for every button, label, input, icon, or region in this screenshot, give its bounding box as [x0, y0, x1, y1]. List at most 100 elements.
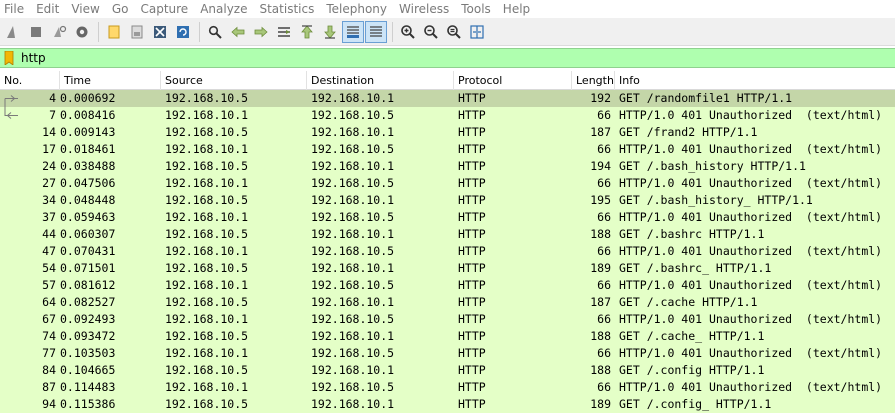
packet-source: 192.168.10.5	[165, 125, 249, 139]
menu-edit[interactable]: Edit	[30, 0, 65, 18]
related-packet-indicator	[0, 311, 22, 328]
packet-time: 0.103503	[60, 346, 116, 360]
colorize-button[interactable]	[365, 20, 387, 43]
menu-telephony[interactable]: Telephony	[320, 0, 393, 18]
zoom-out-icon	[423, 24, 439, 40]
packet-row[interactable]: 24 0.038488 192.168.10.5 192.168.10.1 HTTP 19…	[0, 158, 895, 175]
zoom-normal-button[interactable]	[443, 21, 465, 43]
reload-file-button[interactable]	[172, 21, 194, 43]
packet-row[interactable]: 34 0.048448 192.168.10.5 192.168.10.1 HTTP 19…	[0, 192, 895, 209]
packet-length: 66	[597, 108, 611, 122]
packet-source: 192.168.10.5	[165, 397, 249, 411]
save-file-button[interactable]	[126, 21, 148, 43]
packet-number: 94	[42, 397, 56, 411]
related-packet-indicator	[0, 226, 22, 243]
close-file-button[interactable]	[149, 21, 171, 43]
column-header-no[interactable]: No.	[0, 71, 60, 90]
auto-scroll-button[interactable]	[342, 20, 364, 43]
display-filter-input[interactable]	[16, 49, 895, 67]
menu-help[interactable]: Help	[497, 0, 536, 18]
packet-row[interactable]: 67 0.092493 192.168.10.1 192.168.10.5 HTTP 66…	[0, 311, 895, 328]
menu-analyze[interactable]: Analyze	[194, 0, 253, 18]
restart-capture-button[interactable]	[48, 21, 70, 43]
packet-source: 192.168.10.5	[165, 227, 249, 241]
related-packet-indicator	[0, 294, 22, 311]
go-back-button[interactable]	[227, 21, 249, 43]
packet-length: 188	[590, 227, 611, 241]
packet-destination: 192.168.10.1	[311, 91, 395, 105]
packet-row[interactable]: 14 0.009143 192.168.10.5 192.168.10.1 HTTP 18…	[0, 124, 895, 141]
capture-options-gear-button[interactable]	[71, 21, 93, 43]
packet-row[interactable]: 7 0.008416 192.168.10.1 192.168.10.5 HTTP 66 H…	[0, 107, 895, 124]
packet-row[interactable]: 94 0.115386 192.168.10.5 192.168.10.1 HTTP 18…	[0, 396, 895, 413]
packet-row[interactable]: 84 0.104665 192.168.10.5 192.168.10.1 HTTP 18…	[0, 362, 895, 379]
menu-tools[interactable]: Tools	[455, 0, 497, 18]
packet-protocol: HTTP	[458, 380, 486, 394]
packet-row[interactable]: 87 0.114483 192.168.10.1 192.168.10.5 HTTP 66…	[0, 379, 895, 396]
packet-protocol: HTTP	[458, 261, 486, 275]
packet-row[interactable]: 44 0.060307 192.168.10.5 192.168.10.1 HTTP 18…	[0, 226, 895, 243]
menu-statistics[interactable]: Statistics	[253, 0, 320, 18]
packet-number: 67	[42, 312, 56, 326]
packet-protocol: HTTP	[458, 295, 486, 309]
packet-info: HTTP/1.0 401 Unauthorized (text/html)	[619, 210, 883, 224]
zoom-in-icon	[400, 24, 416, 40]
zoom-in-button[interactable]	[397, 21, 419, 43]
response-arrow-icon	[4, 107, 18, 119]
menu-capture[interactable]: Capture	[134, 0, 194, 18]
menu-view[interactable]: View	[65, 0, 105, 18]
packet-row[interactable]: 64 0.082527 192.168.10.5 192.168.10.1 HTTP 18…	[0, 294, 895, 311]
menu-wireless[interactable]: Wireless	[393, 0, 455, 18]
go-last-packet-button[interactable]	[319, 21, 341, 43]
go-forward-button[interactable]	[250, 21, 272, 43]
auto-scroll-icon	[345, 24, 361, 40]
packet-row[interactable]: 74 0.093472 192.168.10.5 192.168.10.1 HTTP 18…	[0, 328, 895, 345]
packet-info: GET /frand2 HTTP/1.1	[619, 125, 758, 139]
packet-time: 0.018461	[60, 142, 116, 156]
column-header-source[interactable]: Source	[161, 71, 307, 90]
packet-source: 192.168.10.1	[165, 380, 249, 394]
packet-source: 192.168.10.5	[165, 295, 249, 309]
related-packet-indicator	[0, 107, 22, 124]
menu-go[interactable]: Go	[106, 0, 135, 18]
open-file-button[interactable]	[103, 21, 125, 43]
packet-destination: 192.168.10.5	[311, 210, 395, 224]
column-header-info[interactable]: Info	[615, 71, 895, 90]
column-header-protocol[interactable]: Protocol	[454, 71, 572, 90]
go-to-packet-button[interactable]	[273, 21, 295, 43]
zoom-out-button[interactable]	[420, 21, 442, 43]
packet-row[interactable]: 57 0.081612 192.168.10.1 192.168.10.5 HTTP 66…	[0, 277, 895, 294]
packet-row[interactable]: 4 0.000692 192.168.10.5 192.168.10.1 HTTP 192…	[0, 90, 895, 107]
packet-time: 0.082527	[60, 295, 116, 309]
packet-row[interactable]: 27 0.047506 192.168.10.1 192.168.10.5 HTTP 66…	[0, 175, 895, 192]
related-packet-indicator	[0, 362, 22, 379]
packet-row[interactable]: 37 0.059463 192.168.10.1 192.168.10.5 HTTP 66…	[0, 209, 895, 226]
packet-length: 189	[590, 261, 611, 275]
packet-time: 0.060307	[60, 227, 116, 241]
packet-destination: 192.168.10.1	[311, 159, 395, 173]
packet-time: 0.081612	[60, 278, 116, 292]
packet-length: 66	[597, 346, 611, 360]
packet-row[interactable]: 77 0.103503 192.168.10.1 192.168.10.5 HTTP 66…	[0, 345, 895, 362]
packet-row[interactable]: 17 0.018461 192.168.10.1 192.168.10.5 HTTP 66…	[0, 141, 895, 158]
resize-columns-button[interactable]	[466, 21, 488, 43]
display-filter-bar	[0, 48, 895, 68]
packet-source: 192.168.10.1	[165, 346, 249, 360]
packet-time: 0.048448	[60, 193, 116, 207]
packet-number: 27	[42, 176, 56, 190]
packet-info: HTTP/1.0 401 Unauthorized (text/html)	[619, 244, 883, 258]
packet-protocol: HTTP	[458, 278, 486, 292]
filter-bookmark-icon[interactable]	[2, 49, 16, 67]
go-first-packet-button[interactable]	[296, 21, 318, 43]
packet-row[interactable]: 54 0.071501 192.168.10.5 192.168.10.1 HTTP 18…	[0, 260, 895, 277]
shark-fin-start-button[interactable]	[2, 21, 24, 43]
column-header-destination[interactable]: Destination	[307, 71, 454, 90]
packet-source: 192.168.10.5	[165, 91, 249, 105]
column-header-time[interactable]: Time	[60, 71, 161, 90]
column-header-length[interactable]: Length	[572, 71, 615, 90]
stop-square-button[interactable]	[25, 21, 47, 43]
packet-list[interactable]: 4 0.000692 192.168.10.5 192.168.10.1 HTTP 192…	[0, 90, 895, 415]
menu-file[interactable]: File	[0, 0, 30, 18]
packet-row[interactable]: 47 0.070431 192.168.10.1 192.168.10.5 HTTP 66…	[0, 243, 895, 260]
find-packet-button[interactable]	[204, 21, 226, 43]
